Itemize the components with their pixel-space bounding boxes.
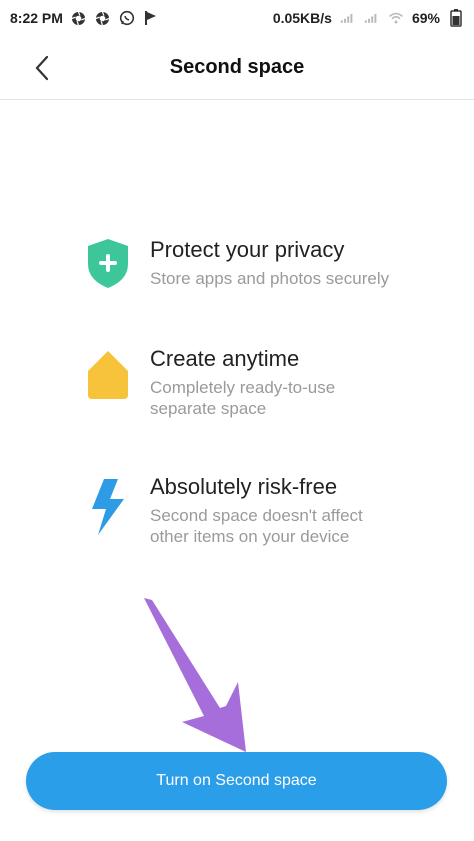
lightning-icon: [84, 473, 132, 535]
feature-text: Create anytime Completely ready-to-use s…: [150, 345, 444, 419]
status-bar-left: 8:22 PM: [10, 10, 159, 26]
aperture-icon: [71, 10, 87, 26]
feature-item-privacy: Protect your privacy Store apps and phot…: [84, 236, 444, 346]
aperture-icon: [95, 10, 111, 26]
battery-percent: 69%: [411, 10, 440, 26]
feature-description-line: Second space doesn't affect: [150, 506, 363, 525]
battery-icon: [448, 9, 464, 27]
signal-icon: [364, 10, 380, 26]
signal-icon: [340, 10, 356, 26]
house-icon: [84, 345, 132, 401]
turn-on-second-space-button[interactable]: Turn on Second space: [26, 752, 447, 810]
feature-description: Completely ready-to-use separate space: [150, 377, 444, 419]
feature-title: Protect your privacy: [150, 237, 345, 262]
status-time: 8:22 PM: [10, 10, 63, 26]
whatsapp-icon: [119, 10, 135, 26]
feature-description-line: Store apps and photos securely: [150, 269, 390, 288]
page-title: Second space: [169, 56, 305, 78]
feature-description-line: Completely ready-to-use: [150, 378, 336, 397]
feature-item-create: Create anytime Completely ready-to-use s…: [84, 345, 444, 455]
status-bar-right: 0.05KB/s 69%: [272, 9, 464, 27]
shield-plus-icon: [84, 236, 132, 292]
feature-description-line: other items on your device: [150, 527, 350, 546]
app-header: Second space: [0, 36, 474, 100]
feature-title: Create anytime: [150, 346, 300, 371]
feature-description-line: separate space: [150, 399, 267, 418]
feature-text: Absolutely risk-free Second space doesn'…: [150, 473, 444, 547]
status-bar: 8:22 PM 0.05KB/s 69%: [0, 0, 474, 36]
wifi-icon: [388, 10, 404, 26]
feature-item-risk-free: Absolutely risk-free Second space doesn'…: [84, 473, 444, 583]
network-speed: 0.05KB/s: [272, 10, 332, 26]
feature-title: Absolutely risk-free: [150, 474, 338, 499]
flag-icon: [143, 10, 159, 26]
feature-description: Second space doesn't affect other items …: [150, 505, 444, 547]
feature-description: Store apps and photos securely: [150, 268, 444, 289]
feature-text: Protect your privacy Store apps and phot…: [150, 236, 444, 289]
